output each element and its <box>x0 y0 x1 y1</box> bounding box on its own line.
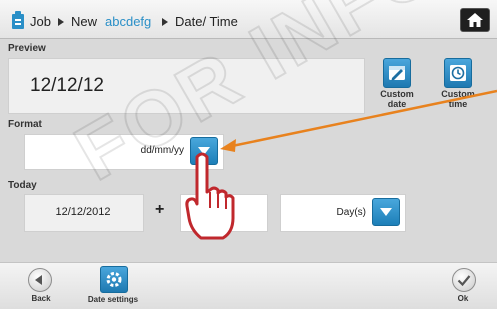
plus-sign: + <box>155 201 165 218</box>
ok-button[interactable]: Ok <box>438 266 488 306</box>
unit-value: Day(s) <box>336 207 366 218</box>
date-settings-label: Date settings <box>87 295 139 304</box>
back-button[interactable]: Back <box>16 266 66 306</box>
calendar-pencil-icon <box>383 58 411 88</box>
custom-time-label: Custom time <box>441 89 475 109</box>
checkmark-icon <box>452 268 476 292</box>
custom-date-button[interactable]: Custom date <box>371 58 423 114</box>
today-label: Today <box>8 180 37 191</box>
pointing-hand-icon <box>185 152 235 240</box>
bottom-bar <box>0 262 497 309</box>
back-arrow-icon <box>28 268 52 292</box>
preview-label: Preview <box>8 43 46 54</box>
today-date: 12/12/2012 <box>55 206 111 218</box>
back-label: Back <box>31 294 51 303</box>
breadcrumb-separator-icon <box>162 18 168 26</box>
custom-time-button[interactable]: Custom time <box>432 58 484 114</box>
unit-dropdown-button[interactable] <box>372 198 400 226</box>
breadcrumb-new[interactable]: New <box>71 14 97 30</box>
date-settings-icon <box>100 266 128 293</box>
format-label: Format <box>8 119 42 130</box>
preview-value: 12/12/12 <box>30 75 104 96</box>
date-settings-button[interactable]: Date settings <box>78 266 148 306</box>
breadcrumb-job-name[interactable]: abcdefg <box>105 14 151 30</box>
clock-icon <box>444 58 472 88</box>
home-button[interactable] <box>460 8 490 32</box>
ok-label: Ok <box>457 294 469 303</box>
job-icon <box>12 11 24 29</box>
breadcrumb-job[interactable]: Job <box>30 14 51 30</box>
home-icon <box>467 13 483 27</box>
breadcrumb-separator-icon <box>58 18 64 26</box>
custom-date-label: Custom date <box>380 89 414 109</box>
